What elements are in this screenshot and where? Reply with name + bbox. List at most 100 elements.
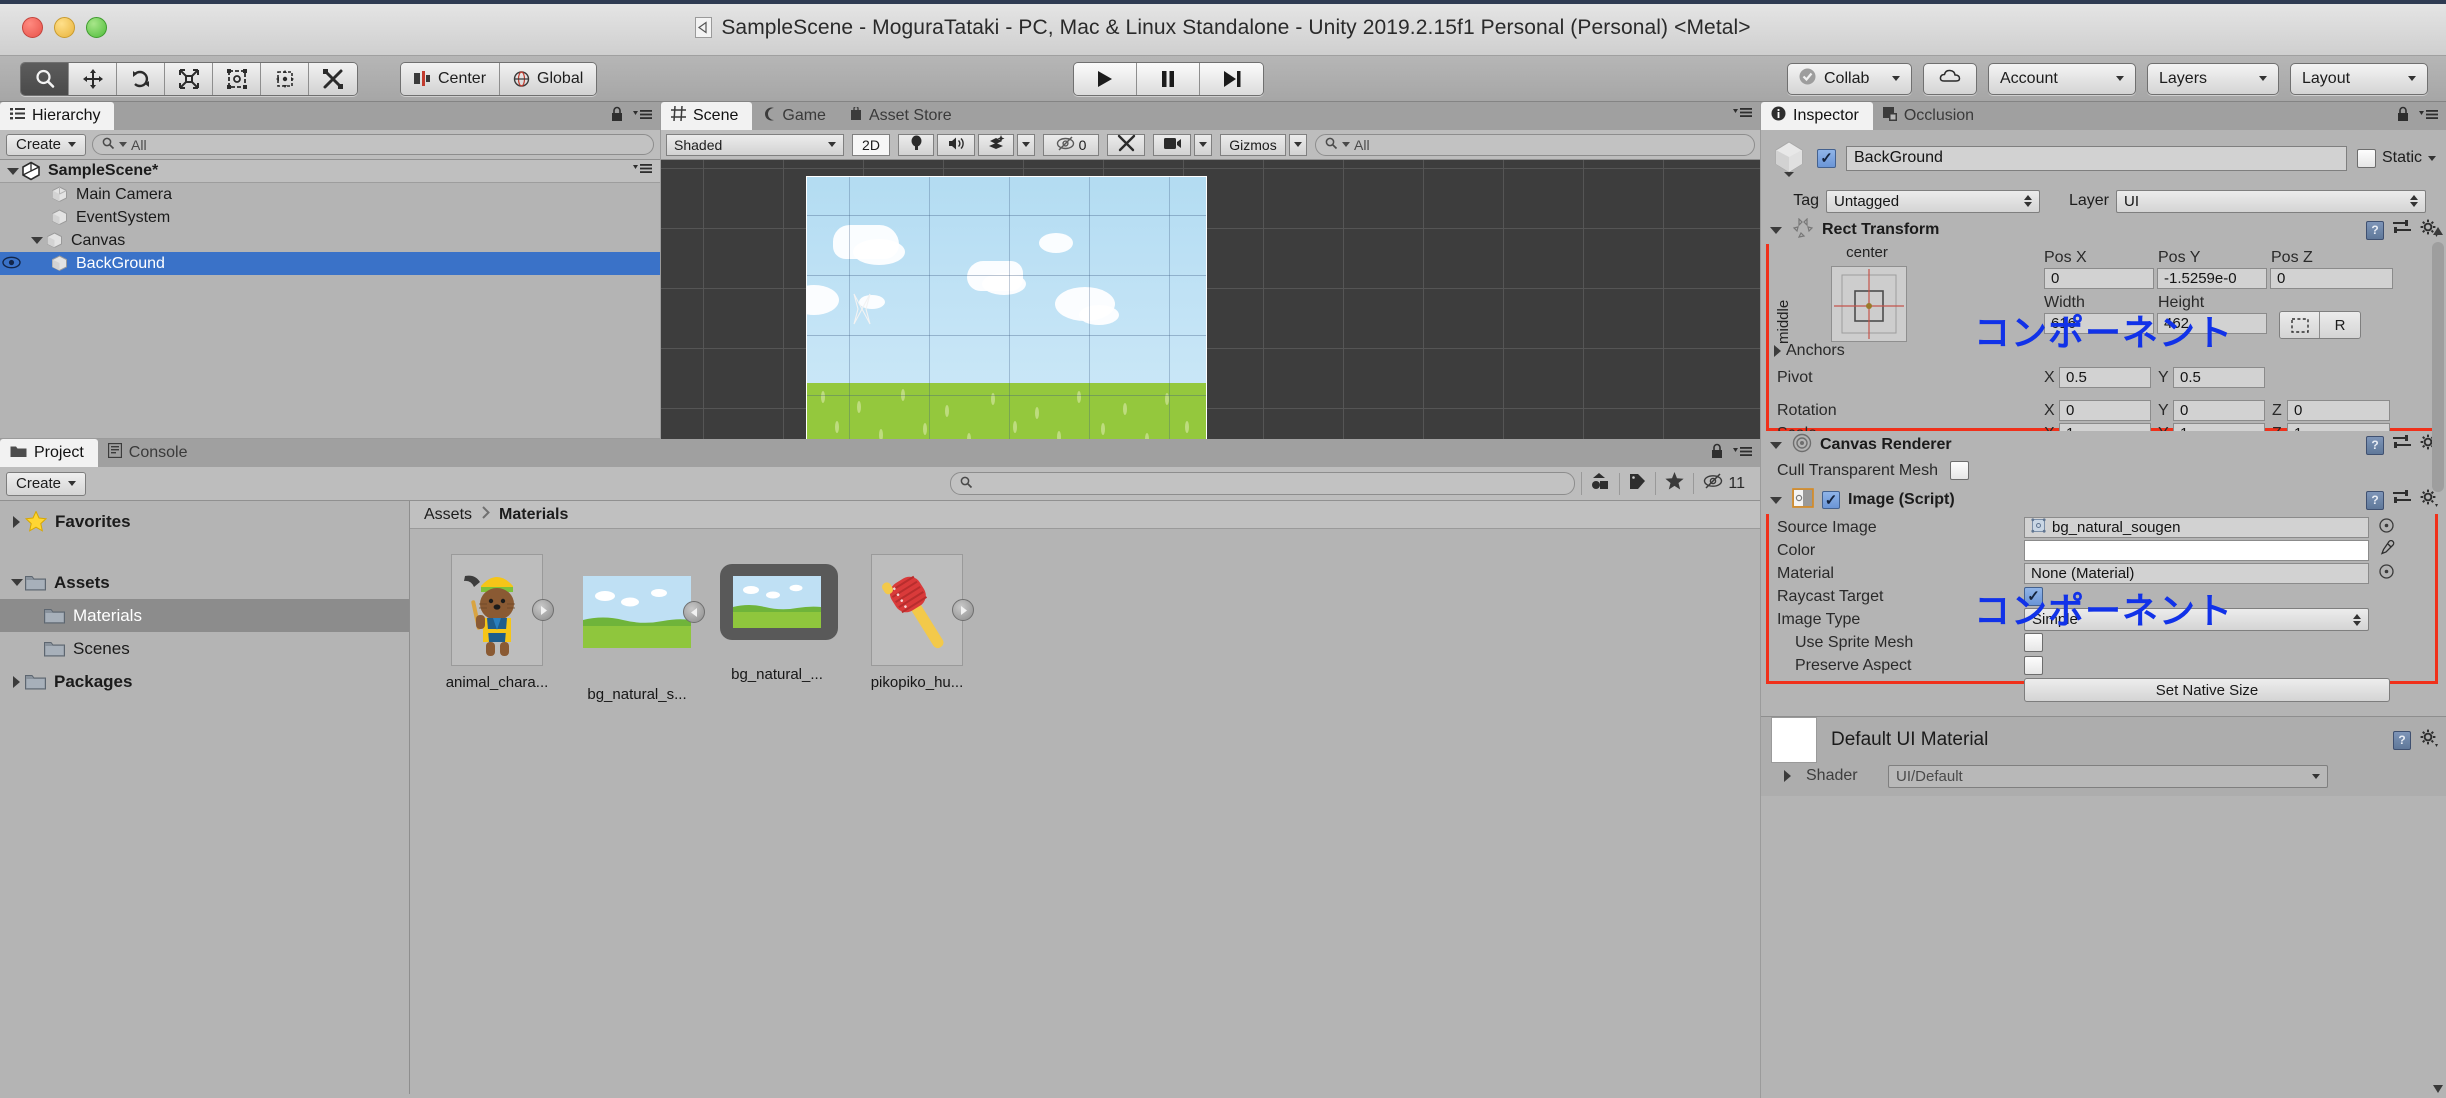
pos-z-field[interactable]: 0 <box>2270 268 2393 289</box>
preset-icon[interactable] <box>2393 219 2411 241</box>
height-field[interactable]: 462 <box>2157 313 2267 334</box>
scroll-down-arrow-icon[interactable] <box>2431 1082 2445 1096</box>
custom-editor-tool-button[interactable] <box>309 62 357 95</box>
color-swatch[interactable] <box>2024 540 2369 561</box>
scene-search-input[interactable]: All <box>1315 133 1755 156</box>
hierarchy-item-main-camera[interactable]: Main Camera <box>0 183 660 206</box>
help-icon[interactable]: ? <box>2366 490 2384 510</box>
asset-item-pikopiko-hammer[interactable]: pikopiko_hu... <box>858 554 976 703</box>
panel-menu-icon[interactable] <box>1733 445 1752 463</box>
step-button[interactable] <box>1200 62 1263 95</box>
shader-dropdown[interactable]: UI/Default <box>1888 764 2328 788</box>
pivot-y-field[interactable]: 0.5 <box>2173 367 2265 388</box>
hand-tool-button[interactable] <box>21 62 69 95</box>
expand-twisty[interactable] <box>1767 441 1784 449</box>
expand-twisty[interactable] <box>4 167 21 175</box>
material-field[interactable]: None (Material) <box>2024 563 2369 584</box>
scene-tools-button[interactable] <box>1107 133 1145 156</box>
project-tree-item-materials[interactable]: Materials <box>0 599 409 632</box>
eyedropper-icon[interactable] <box>2379 539 2395 561</box>
project-tree-item-favorites[interactable]: Favorites <box>0 505 409 538</box>
pos-x-field[interactable]: 0 <box>2044 268 2154 289</box>
expand-twisty[interactable] <box>1767 496 1784 504</box>
preset-icon[interactable] <box>2393 489 2411 511</box>
project-tree-item-packages[interactable]: Packages <box>0 665 409 698</box>
inspector-scrollbar[interactable] <box>2432 242 2444 492</box>
play-button[interactable] <box>1074 62 1137 95</box>
2d-toggle-button[interactable]: 2D <box>852 133 890 156</box>
search-filter-icon[interactable] <box>1342 142 1350 147</box>
chevron-down-icon[interactable] <box>2428 155 2436 161</box>
breadcrumb-item-materials[interactable]: Materials <box>499 506 568 524</box>
hierarchy-item-canvas[interactable]: Canvas <box>0 229 660 252</box>
project-create-button[interactable]: Create <box>6 471 87 496</box>
gizmos-dropdown-button[interactable] <box>1289 133 1307 156</box>
preserve-aspect-checkbox[interactable] <box>2024 656 2043 675</box>
draw-mode-dropdown[interactable]: Shaded <box>666 133 844 156</box>
lock-icon[interactable] <box>1710 443 1724 464</box>
image-type-dropdown[interactable]: Simple <box>2024 608 2369 631</box>
expand-twisty[interactable] <box>8 579 25 586</box>
rotation-x-field[interactable]: 0 <box>2059 400 2151 421</box>
pause-button[interactable] <box>1137 62 1200 95</box>
help-icon[interactable]: ? <box>2366 220 2384 240</box>
raw-edit-mode-button[interactable]: R <box>2320 312 2360 338</box>
shader-twisty[interactable] <box>1779 770 1796 782</box>
object-name-field[interactable]: BackGround <box>1846 145 2347 171</box>
scroll-up-arrow-icon[interactable] <box>2431 224 2445 238</box>
gizmos-button[interactable]: Gizmos <box>1220 133 1286 156</box>
expand-twisty[interactable] <box>1767 226 1784 234</box>
breadcrumb-item-assets[interactable]: Assets <box>424 506 472 524</box>
hidden-assets-toggle[interactable]: 11 <box>1693 473 1754 494</box>
transform-tool-button[interactable] <box>261 62 309 95</box>
expand-twisty[interactable] <box>8 675 25 688</box>
width-field[interactable]: 616 <box>2044 313 2154 334</box>
preset-icon[interactable] <box>2393 434 2411 456</box>
tab-console[interactable]: Console <box>98 439 202 467</box>
lock-icon[interactable] <box>2396 106 2410 127</box>
lighting-toggle-button[interactable] <box>898 133 934 156</box>
help-icon[interactable]: ? <box>2366 435 2384 455</box>
project-tree-item-assets[interactable]: Assets <box>0 566 409 599</box>
object-picker-icon[interactable] <box>2379 517 2394 538</box>
lock-icon[interactable] <box>610 106 624 127</box>
panel-menu-icon[interactable] <box>2419 108 2438 126</box>
gear-icon[interactable] <box>2420 729 2438 752</box>
tab-game[interactable]: Game <box>752 102 840 130</box>
tab-asset-store[interactable]: Asset Store <box>840 102 966 130</box>
object-picker-icon[interactable] <box>2379 563 2394 584</box>
hierarchy-create-button[interactable]: Create <box>6 133 87 156</box>
project-tree-item-scenes[interactable]: Scenes <box>0 632 409 665</box>
static-checkbox[interactable] <box>2356 148 2376 168</box>
star-icon[interactable] <box>1655 472 1693 495</box>
expand-twisty[interactable] <box>28 237 45 244</box>
project-search-input[interactable] <box>950 472 1576 495</box>
tab-hierarchy[interactable]: Hierarchy <box>0 102 115 130</box>
collab-button[interactable]: Collab <box>1787 62 1912 95</box>
asset-item-animal-chara[interactable]: animal_chara... <box>438 554 556 703</box>
tag-dropdown[interactable]: Untagged <box>1826 189 2040 213</box>
source-image-field[interactable]: bg_natural_sougen <box>2024 517 2369 538</box>
expand-twisty[interactable] <box>8 515 25 528</box>
search-filter-icon[interactable] <box>119 142 128 147</box>
pos-y-field[interactable]: -1.5259e-0 <box>2157 268 2267 289</box>
filter-by-type-icon[interactable] <box>1581 472 1619 495</box>
canvas-renderer-header[interactable]: Canvas Renderer ? <box>1761 431 2446 459</box>
scale-tool-button[interactable] <box>165 62 213 95</box>
layer-dropdown[interactable]: UI <box>2116 189 2426 213</box>
pivot-mode-button[interactable]: Center <box>401 62 501 95</box>
cull-transparent-mesh-checkbox[interactable] <box>1949 461 1969 480</box>
scene-viewport[interactable] <box>661 160 1760 466</box>
tab-inspector[interactable]: Inspector <box>1761 102 1873 130</box>
tab-scene[interactable]: Scene <box>661 102 753 130</box>
asset-expand-arrow-icon[interactable] <box>952 599 974 621</box>
rotation-y-field[interactable]: 0 <box>2173 400 2265 421</box>
audio-toggle-button[interactable] <box>937 133 975 156</box>
filter-by-label-icon[interactable] <box>1619 472 1655 495</box>
visibility-eye-icon[interactable] <box>2 255 21 275</box>
effects-dropdown-button[interactable] <box>1017 133 1035 156</box>
asset-expand-arrow-icon[interactable] <box>532 599 554 621</box>
hierarchy-item-background[interactable]: BackGround <box>0 252 660 275</box>
camera-dropdown-button[interactable] <box>1194 133 1212 156</box>
anchors-twisty[interactable] <box>1769 344 1786 357</box>
